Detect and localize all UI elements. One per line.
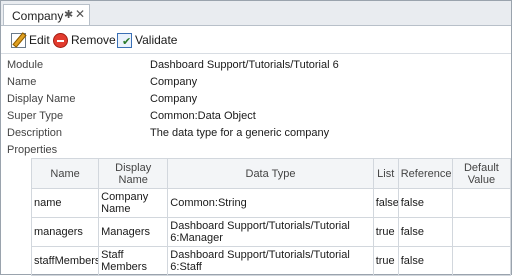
- prop-value: Dashboard Support/Tutorials/Tutorial 6: [150, 59, 339, 71]
- editor-panel: Company ✱ ✕ Edit Remove Validate Module …: [0, 0, 512, 276]
- prop-row-display-name: Display Name Company: [7, 93, 507, 110]
- cell-data-type[interactable]: Dashboard Support/Tutorials/Tutorial 6:S…: [167, 246, 374, 276]
- properties-grid: Name Display Name Data Type List Referen…: [30, 158, 512, 276]
- tab-company[interactable]: Company ✱ ✕: [3, 4, 90, 25]
- cell-reference[interactable]: false: [397, 188, 453, 218]
- toolbar: Edit Remove Validate: [1, 26, 511, 54]
- validate-button[interactable]: Validate: [117, 31, 177, 49]
- prop-value: The data type for a generic company: [150, 127, 330, 139]
- remove-label: Remove: [71, 33, 116, 47]
- cell-display-name[interactable]: Company Name: [98, 188, 169, 218]
- edit-label: Edit: [29, 33, 50, 47]
- cell-data-type[interactable]: Dashboard Support/Tutorials/Tutorial 6:M…: [167, 217, 374, 247]
- edit-button[interactable]: Edit: [11, 31, 50, 49]
- prop-value: Common:Data Object: [150, 110, 256, 122]
- cell-default-value[interactable]: [451, 217, 512, 247]
- validate-label: Validate: [135, 33, 178, 47]
- prop-value: Company: [150, 76, 198, 88]
- cell-reference[interactable]: false: [397, 217, 453, 247]
- table-row[interactable]: name Company Name Common:String false fa…: [30, 188, 512, 218]
- col-header-name[interactable]: Name: [30, 158, 100, 189]
- cell-name[interactable]: managers: [30, 217, 100, 247]
- prop-row-super-type: Super Type Common:Data Object: [7, 110, 507, 127]
- remove-icon: [53, 32, 68, 48]
- table-row[interactable]: managers Managers Dashboard Support/Tuto…: [30, 217, 512, 247]
- cell-display-name[interactable]: Managers: [98, 217, 169, 247]
- cell-data-type[interactable]: Common:String: [167, 188, 374, 218]
- grid-header-row: Name Display Name Data Type List Referen…: [30, 158, 512, 189]
- cell-name[interactable]: staffMembers: [30, 246, 100, 276]
- cell-list[interactable]: false: [372, 188, 399, 218]
- cell-name[interactable]: name: [30, 188, 100, 218]
- prop-key: Module: [7, 59, 44, 71]
- cell-default-value[interactable]: [451, 188, 512, 218]
- pin-icon[interactable]: ✱: [64, 8, 73, 21]
- validate-icon: [117, 32, 132, 48]
- cell-default-value[interactable]: [451, 246, 512, 276]
- col-header-data-type[interactable]: Data Type: [167, 158, 374, 189]
- cell-list[interactable]: true: [372, 246, 399, 276]
- tab-title: Company: [12, 9, 64, 23]
- prop-key: Super Type: [7, 110, 64, 122]
- remove-button[interactable]: Remove: [53, 31, 116, 49]
- table-row[interactable]: staffMembers Staff Members Dashboard Sup…: [30, 246, 512, 276]
- col-header-reference[interactable]: Reference: [397, 158, 453, 189]
- prop-row-description: Description The data type for a generic …: [7, 127, 507, 144]
- col-header-display-name[interactable]: Display Name: [98, 158, 169, 189]
- prop-row-module: Module Dashboard Support/Tutorials/Tutor…: [7, 59, 507, 76]
- col-header-list[interactable]: List: [372, 158, 399, 189]
- prop-key: Description: [7, 127, 63, 139]
- prop-key: Properties: [7, 144, 58, 156]
- edit-icon: [11, 32, 26, 48]
- prop-key: Display Name: [7, 93, 76, 105]
- col-header-default-value[interactable]: Default Value: [451, 158, 512, 189]
- prop-key: Name: [7, 76, 37, 88]
- cell-reference[interactable]: false: [397, 246, 453, 276]
- prop-row-name: Name Company: [7, 76, 507, 93]
- close-icon[interactable]: ✕: [75, 7, 85, 21]
- prop-value: Company: [150, 93, 198, 105]
- tab-strip: Company ✱ ✕: [1, 1, 511, 26]
- cell-list[interactable]: true: [372, 217, 399, 247]
- cell-display-name[interactable]: Staff Members: [98, 246, 169, 276]
